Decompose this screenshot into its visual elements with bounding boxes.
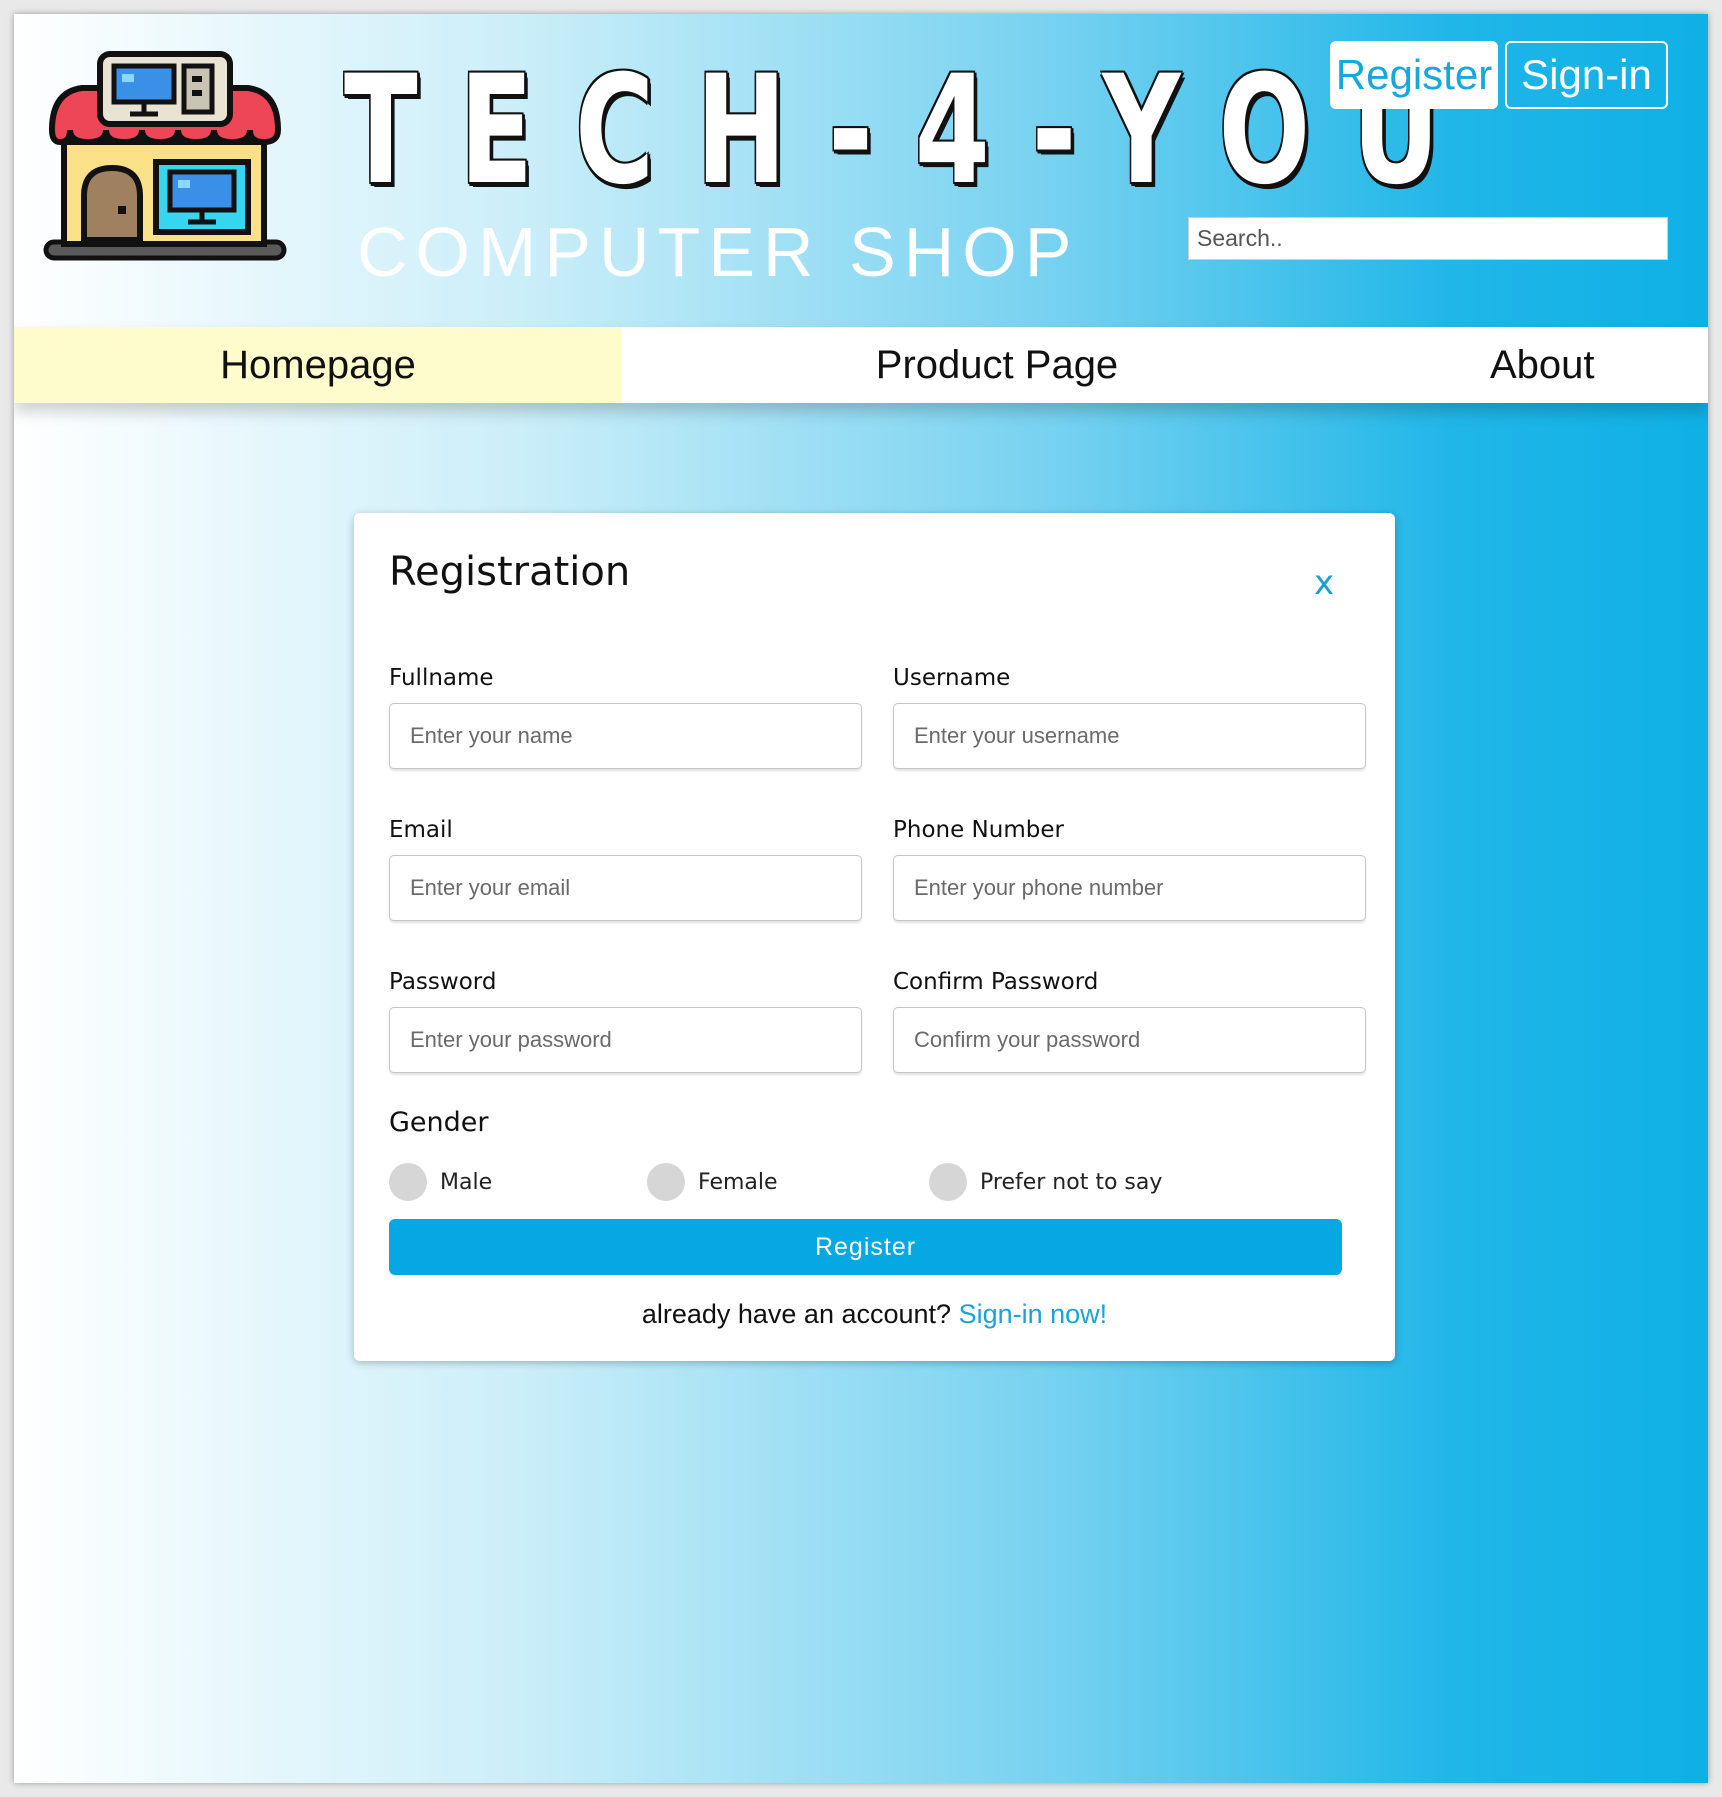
search-input[interactable] (1188, 217, 1668, 260)
gender-option-label: Male (440, 1169, 493, 1195)
site-header: TECH-4-YOU COMPUTER SHOP Register Sign-i… (14, 14, 1708, 327)
radio-button[interactable] (389, 1163, 427, 1201)
nav-item-product-page[interactable]: Product Page (622, 327, 1372, 403)
email-field: Email (389, 815, 862, 921)
confirm-password-field: Confirm Password (893, 967, 1366, 1073)
phone-input[interactable] (893, 855, 1366, 921)
radio-button[interactable] (929, 1163, 967, 1201)
signin-prompt: already have an account? Sign-in now! (354, 1299, 1395, 1330)
gender-label: Gender (389, 1107, 489, 1138)
gender-option-female[interactable]: Female (647, 1163, 778, 1201)
brand-subtitle: COMPUTER SHOP (357, 213, 1080, 291)
submit-register-button[interactable]: Register (389, 1219, 1342, 1275)
register-button[interactable]: Register (1330, 41, 1498, 109)
gender-option-male[interactable]: Male (389, 1163, 492, 1201)
main-nav: Homepage Product Page About (14, 327, 1708, 403)
radio-button[interactable] (647, 1163, 685, 1201)
nav-item-about[interactable]: About (1372, 327, 1708, 403)
registration-modal: Registration x Fullname Username Email P… (354, 513, 1395, 1361)
email-label: Email (389, 817, 453, 843)
nav-item-homepage[interactable]: Homepage (14, 327, 622, 403)
page: TECH-4-YOU COMPUTER SHOP Register Sign-i… (14, 14, 1708, 1783)
signin-button[interactable]: Sign-in (1505, 41, 1668, 109)
confirm-password-label: Confirm Password (893, 969, 1099, 995)
password-label: Password (389, 969, 497, 995)
confirm-password-input[interactable] (893, 1007, 1366, 1073)
computer-shop-storefront-icon (43, 51, 287, 261)
fullname-field: Fullname (389, 663, 862, 769)
password-field: Password (389, 967, 862, 1073)
password-input[interactable] (389, 1007, 862, 1073)
gender-option-prefer-not[interactable]: Prefer not to say (929, 1163, 1162, 1201)
email-input[interactable] (389, 855, 862, 921)
fullname-input[interactable] (389, 703, 862, 769)
username-label: Username (893, 665, 1011, 691)
nav-item-about-label: About (1490, 342, 1595, 387)
modal-title: Registration (389, 549, 631, 595)
phone-field: Phone Number (893, 815, 1366, 921)
username-input[interactable] (893, 703, 1366, 769)
brand-title: TECH-4-YOU (344, 44, 1482, 218)
signin-prompt-text: already have an account? (641, 1299, 952, 1329)
phone-label: Phone Number (893, 817, 1064, 843)
username-field: Username (893, 663, 1366, 769)
gender-option-label: Female (698, 1169, 778, 1195)
close-icon[interactable]: x (1314, 563, 1334, 603)
fullname-label: Fullname (389, 665, 494, 691)
signin-link[interactable]: Sign-in now! (959, 1299, 1108, 1329)
gender-option-label: Prefer not to say (980, 1169, 1163, 1195)
